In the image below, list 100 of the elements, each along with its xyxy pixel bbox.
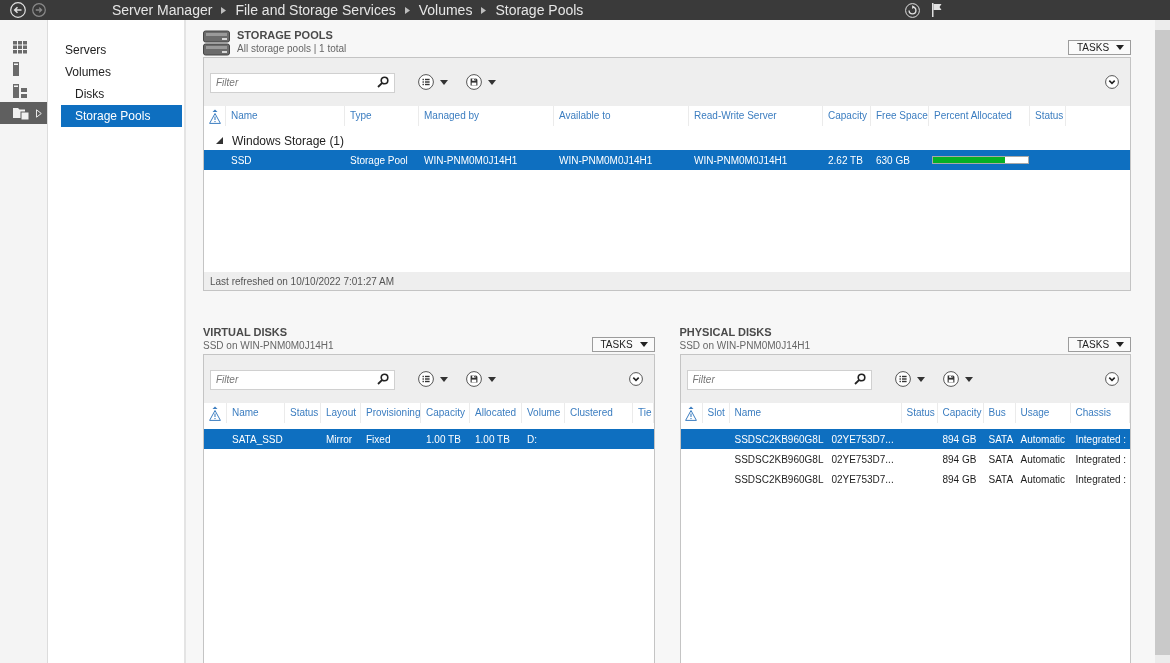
column-header[interactable]: Status (285, 403, 321, 423)
column-header[interactable]: Chassis (1070, 403, 1130, 423)
column-header[interactable]: Capacity (421, 403, 470, 423)
table-cell-text: Automatic (1019, 453, 1066, 465)
table-cell-text: SATA (987, 433, 1015, 445)
section-subtitle: SSD on WIN-PNM0M0J14H1 (203, 339, 334, 352)
folder-icon (13, 106, 29, 120)
column-header[interactable]: Usage (1015, 403, 1071, 423)
table-cell-text: Automatic (1019, 473, 1066, 485)
breadcrumb-link[interactable]: File and Storage Services (235, 1, 396, 19)
column-header[interactable]: Available to (554, 106, 689, 126)
column-header[interactable]: Status (901, 403, 938, 423)
table-cell-text: 894 GB (941, 433, 978, 445)
filter-field[interactable]: Filter (210, 72, 395, 93)
column-header[interactable]: Status (1030, 106, 1066, 126)
floppy-disk-icon (466, 371, 482, 387)
nav-item[interactable]: Volumes (61, 61, 182, 83)
table-cell-text: 2.62 TB (827, 154, 864, 166)
tasks-button[interactable]: TASKS (591, 337, 655, 352)
column-header[interactable]: Name (226, 106, 345, 126)
section-subtitle: All storage pools | 1 total (237, 42, 347, 55)
caret-icon (440, 79, 448, 85)
table-cell-text: D: (526, 433, 538, 445)
tasks-button[interactable]: TASKS (1068, 40, 1131, 55)
column-header[interactable]: Type (345, 106, 419, 126)
group-label: Windows Storage (1) (232, 133, 345, 148)
warning-icon[interactable] (209, 405, 221, 421)
caret-icon (964, 376, 973, 382)
column-header[interactable]: Bus (983, 403, 1016, 423)
filter-field[interactable]: Filter (210, 369, 395, 390)
forward-icon[interactable] (32, 3, 46, 17)
nav-item[interactable]: Servers (61, 39, 182, 61)
back-icon[interactable] (10, 2, 26, 18)
table-cell-text: SATA (987, 453, 1015, 465)
chevron-down-icon (1105, 75, 1119, 89)
breadcrumb-link[interactable]: Server Manager (112, 1, 213, 19)
caret-icon (916, 376, 925, 382)
nav-item[interactable]: Storage Pools (61, 105, 182, 127)
table-cell-text: WIN-PNM0M0J14H1 (423, 154, 519, 166)
table-row[interactable]: SSDSC2KB960G8L 02YE753D7... 894 GB SATA Automatic Integrated : (680, 429, 1130, 449)
section-title: VIRTUAL DISKS (203, 326, 289, 339)
save-menu-button[interactable] (466, 74, 496, 90)
column-header[interactable]: Provisioning (361, 403, 421, 423)
nav-item[interactable]: Disks (61, 83, 182, 105)
column-header[interactable]: Slot (702, 403, 730, 423)
table-cell-text: Mirror (325, 433, 354, 445)
save-menu-button[interactable] (942, 371, 973, 387)
warning-icon[interactable] (685, 405, 697, 421)
columns-menu-button[interactable] (418, 74, 448, 90)
triangle-icon (221, 6, 227, 14)
table-cell-text: Integrated : (1074, 433, 1128, 445)
column-header[interactable]: Clustered (565, 403, 633, 423)
column-header[interactable]: Managed by (419, 106, 554, 126)
columns-menu-button[interactable] (418, 371, 448, 387)
column-header[interactable]: Layout (321, 403, 361, 423)
table-row[interactable]: SATA_SSD Mirror Fixed 1.00 TB 1.00 TB D: (204, 429, 654, 449)
caret-icon (1116, 45, 1124, 50)
flag-icon[interactable] (932, 3, 942, 17)
breadcrumb-link[interactable]: Volumes (418, 1, 473, 19)
column-header[interactable]: Capacity (937, 403, 984, 423)
filter-field[interactable]: Filter (686, 369, 872, 390)
servers-icon (13, 84, 27, 98)
warning-icon[interactable] (208, 108, 221, 124)
refresh-icon[interactable] (905, 2, 920, 18)
table-cell-text: 1.00 TB (474, 433, 511, 445)
table-cell-text: 894 GB (941, 473, 978, 485)
grid-icon (13, 40, 27, 54)
triangle-icon (404, 6, 410, 14)
column-header[interactable]: Read-Write Server (689, 106, 823, 126)
caret-icon (488, 79, 496, 85)
triangle-icon (481, 6, 487, 14)
rail-button[interactable] (0, 102, 47, 124)
table-cell-text: WIN-PNM0M0J14H1 (693, 154, 789, 166)
column-header[interactable]: Volume (522, 403, 565, 423)
expand-button[interactable] (1104, 74, 1120, 90)
expand-triangle-icon[interactable] (216, 137, 223, 144)
column-header[interactable]: Capacity (823, 106, 871, 126)
caret-icon (1116, 342, 1124, 347)
caret-icon (488, 376, 496, 382)
table-cell-text: SSDSC2KB960G8L 02YE753D7... (733, 473, 895, 485)
table-row[interactable]: SSDSC2KB960G8L 02YE753D7... 894 GB SATA Automatic Integrated : (680, 469, 1130, 489)
column-header[interactable]: Free Space (871, 106, 929, 126)
expand-button[interactable] (1104, 371, 1120, 387)
column-header[interactable]: Percent Allocated (929, 106, 1030, 126)
table-row[interactable]: SSD Storage Pool WIN-PNM0M0J14H1 WIN-PNM0M0J14H1 WIN-PNM0M0J14H1 2.62 TB 630 GB (204, 150, 1130, 170)
section-subtitle: SSD on WIN-PNM0M0J14H1 (679, 339, 811, 352)
columns-menu-button[interactable] (894, 371, 925, 387)
expand-button[interactable] (627, 371, 644, 387)
chevron-down-icon (628, 372, 643, 386)
floppy-disk-icon (466, 74, 482, 90)
table-cell-text: SATA (987, 473, 1015, 485)
column-header[interactable]: Allocated (470, 403, 522, 423)
table-cell-text: Integrated : (1074, 473, 1128, 485)
column-header[interactable]: Tie (633, 403, 654, 423)
save-menu-button[interactable] (466, 371, 496, 387)
column-header[interactable]: Name (729, 403, 902, 423)
table-row[interactable]: SSDSC2KB960G8L 02YE753D7... 894 GB SATA Automatic Integrated : (680, 449, 1130, 469)
tasks-button[interactable]: TASKS (1068, 337, 1131, 352)
breadcrumb-link[interactable]: Storage Pools (495, 1, 584, 19)
column-header[interactable]: Name (227, 403, 285, 423)
